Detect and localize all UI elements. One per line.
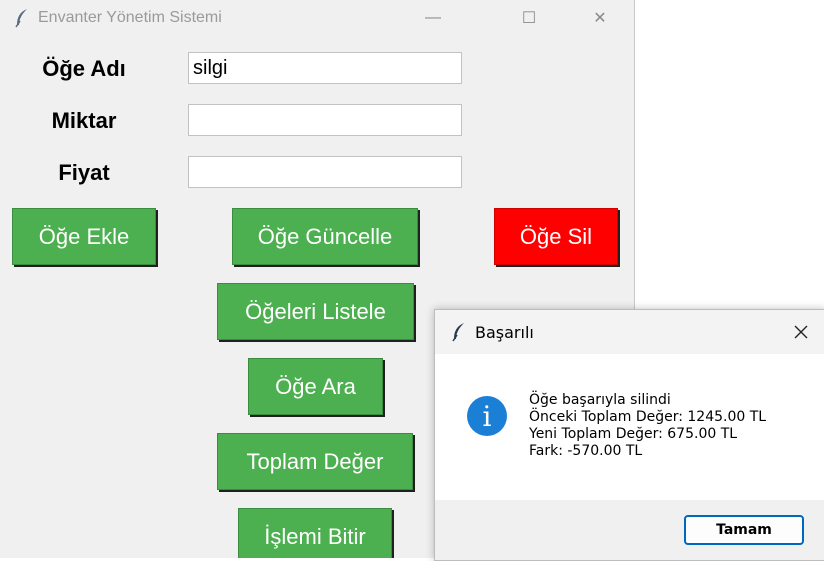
dialog-close-icon[interactable]	[777, 310, 824, 354]
quantity-field[interactable]	[188, 104, 462, 136]
ok-button[interactable]: Tamam	[684, 515, 804, 545]
update-item-button[interactable]: Öğe Güncelle	[232, 208, 418, 265]
item-name-label: Öğe Adı	[42, 56, 126, 81]
feather-icon	[451, 322, 467, 342]
delete-item-button[interactable]: Öğe Sil	[494, 208, 618, 265]
info-icon: i	[467, 396, 507, 436]
message-line: Önceki Toplam Değer: 1245.00 TL	[529, 409, 767, 425]
price-label: Fiyat	[58, 160, 110, 185]
window-title: Envanter Yönetim Sistemi	[38, 9, 222, 26]
title-bar[interactable]: Envanter Yönetim Sistemi — ☐ ✕	[0, 0, 634, 36]
dialog-title: Başarılı	[475, 322, 534, 342]
price-field[interactable]	[188, 156, 462, 188]
finish-button[interactable]: İşlemi Bitir	[238, 508, 392, 558]
list-items-button[interactable]: Öğeleri Listele	[217, 283, 414, 340]
search-item-button[interactable]: Öğe Ara	[248, 358, 383, 415]
dialog-title-bar[interactable]: Başarılı	[435, 310, 824, 354]
feather-icon	[14, 8, 30, 28]
maximize-button[interactable]: ☐	[506, 0, 552, 36]
total-value-button[interactable]: Toplam Değer	[217, 433, 413, 490]
item-name-field[interactable]	[188, 52, 462, 84]
minimize-button[interactable]: —	[410, 0, 456, 36]
message-line: Öğe başarıyla silindi	[529, 392, 671, 408]
message-line: Fark: -570.00 TL	[529, 443, 643, 459]
dialog-body: i Öğe başarıyla silindi Önceki Toplam De…	[435, 354, 824, 500]
message-line: Yeni Toplam Değer: 675.00 TL	[529, 426, 738, 442]
quantity-label: Miktar	[51, 108, 117, 133]
dialog-footer: Tamam	[435, 500, 824, 560]
add-item-button[interactable]: Öğe Ekle	[12, 208, 156, 265]
success-dialog: Başarılı i Öğe başarıyla silindi Önceki …	[434, 309, 824, 561]
close-button[interactable]: ✕	[577, 0, 623, 36]
